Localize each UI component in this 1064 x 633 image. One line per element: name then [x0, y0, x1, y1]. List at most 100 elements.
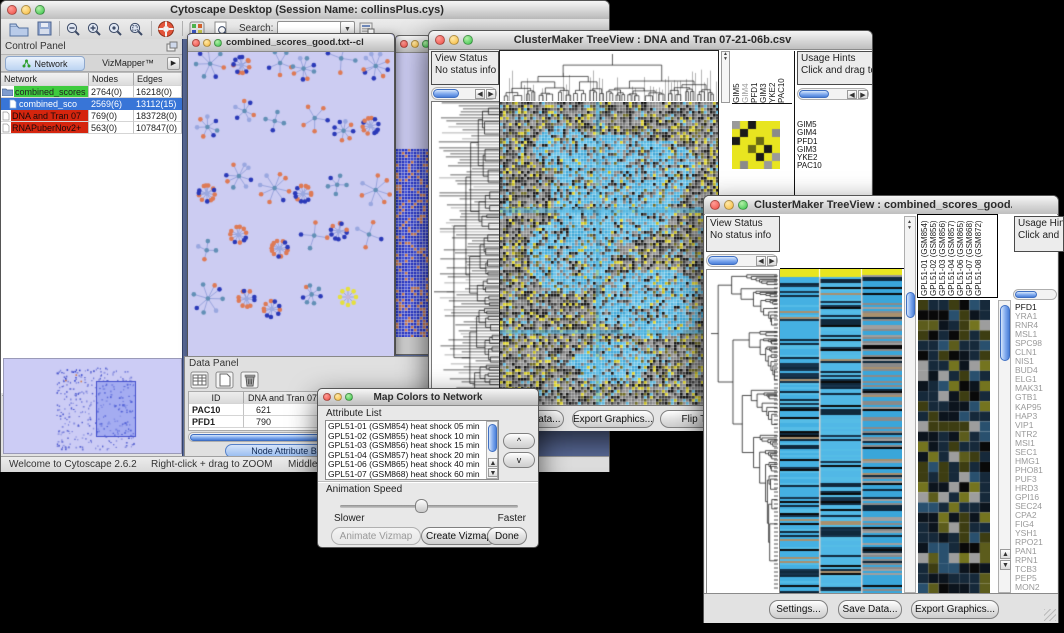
global-heatmap[interactable] — [780, 269, 902, 593]
network-row[interactable]: DNA and Tran 07 769(0) 183728(0) — [1, 110, 182, 122]
done-button[interactable]: Done — [487, 527, 527, 545]
settings-button[interactable]: Settings... — [769, 600, 828, 619]
close-icon[interactable] — [435, 35, 445, 45]
attribute-item[interactable]: GPL51-07 (GSM868) heat shock 60 min — [326, 470, 486, 480]
attribute-listbox[interactable]: GPL51-01 (GSM854) heat shock 05 minGPL51… — [325, 420, 499, 480]
speed-slider-track[interactable] — [340, 505, 518, 508]
mini-vscrollbar[interactable]: ▲▼ — [721, 51, 730, 103]
zoom-window-icon[interactable] — [35, 5, 45, 15]
close-icon[interactable] — [323, 393, 331, 401]
create-vizmap-button[interactable]: Create Vizmap — [421, 527, 497, 545]
col-header-nodes[interactable]: Nodes — [89, 73, 134, 86]
tab-vizmapper[interactable]: VizMapper™ — [93, 56, 163, 69]
zoom-out-icon[interactable] — [65, 21, 82, 37]
scrollbar-thumb[interactable] — [708, 256, 738, 265]
save-session-icon[interactable] — [37, 21, 53, 37]
network-view-titlebar[interactable]: combined_scores_good.txt--cluste... — [188, 34, 394, 52]
export-graphics-button[interactable]: Export Graphics... — [572, 410, 654, 428]
resize-grip[interactable] — [1044, 609, 1056, 621]
close-icon[interactable] — [400, 40, 408, 48]
global-vscrollbar[interactable]: ▲▼ — [904, 216, 916, 593]
zoom-selected-icon[interactable] — [107, 21, 124, 37]
minimize-icon[interactable] — [449, 35, 459, 45]
scroll-up-icon[interactable]: ▲ — [1000, 549, 1011, 559]
minimize-icon[interactable] — [724, 200, 734, 210]
scroll-right-icon[interactable]: ▶ — [486, 89, 496, 99]
col-header-network[interactable]: Network — [1, 73, 89, 86]
close-icon[interactable] — [192, 39, 200, 47]
delete-attribute-icon[interactable] — [240, 371, 259, 389]
network-nodes: 2764(0) — [89, 86, 134, 98]
col-label: GPL51-01 (GSM854) — [920, 216, 929, 296]
animate-vizmap-button[interactable]: Animate Vizmap — [331, 527, 421, 545]
zoom-window-icon[interactable] — [463, 35, 473, 45]
open-session-icon[interactable] — [9, 21, 29, 37]
scrollbar-thumb[interactable] — [799, 90, 829, 98]
more-tabs-icon[interactable]: ▶ — [167, 57, 180, 70]
zoom-vscrollbar[interactable]: ▲ ▼ — [998, 300, 1011, 593]
float-panel-icon[interactable] — [166, 41, 178, 52]
close-icon[interactable] — [710, 200, 720, 210]
network-table: Network Nodes Edges combined_scores 2764… — [1, 72, 182, 393]
map-colors-titlebar[interactable]: Map Colors to Network — [318, 389, 538, 406]
scrollbar-thumb[interactable] — [488, 424, 497, 452]
scroll-left-icon[interactable]: ◀ — [475, 89, 485, 99]
treeview-dna-titlebar[interactable]: ClusterMaker TreeView : DNA and Tran 07-… — [429, 31, 872, 50]
titlebar[interactable] — [396, 36, 430, 53]
minimize-icon[interactable] — [334, 393, 342, 401]
scrollbar-thumb[interactable] — [433, 89, 459, 98]
minimize-icon[interactable] — [411, 40, 419, 48]
scrollbar-thumb[interactable] — [1015, 291, 1037, 298]
network-overview-canvas[interactable] — [3, 358, 182, 454]
label-hscrollbar[interactable] — [1013, 289, 1057, 300]
zoom-window-icon[interactable] — [345, 393, 353, 401]
zoom-in-icon[interactable] — [86, 21, 103, 37]
status-welcome: Welcome to Cytoscape 2.6.2 — [9, 459, 137, 470]
select-attributes-icon[interactable] — [190, 371, 209, 389]
create-attribute-icon[interactable] — [215, 371, 234, 389]
gene-tree-hscrollbar[interactable]: ◀ ▶ — [431, 87, 497, 100]
speed-slider-thumb[interactable] — [415, 499, 428, 513]
scrollbar-thumb[interactable] — [1000, 305, 1010, 361]
zoom-heatmap[interactable] — [918, 300, 990, 593]
window-controls[interactable] — [1, 5, 51, 15]
network-row[interactable]: combined_scores 2764(0) 16218(0) — [1, 86, 182, 98]
scroll-left-icon[interactable]: ◀ — [847, 90, 857, 99]
network-row[interactable]: RNAPuberNov2+ 563(0) 107847(0) — [1, 122, 182, 134]
move-down-button[interactable]: v — [503, 452, 535, 468]
minimize-icon[interactable] — [203, 39, 211, 47]
scroll-up-icon[interactable]: ▲ — [488, 458, 498, 467]
network-row-selected[interactable]: combined_sco 2569(6) 13112(15) — [1, 98, 182, 110]
array-dendrogram[interactable] — [500, 51, 718, 101]
tab-network[interactable]: Network — [5, 56, 85, 71]
scroll-right-icon[interactable]: ▶ — [858, 90, 868, 99]
minimize-icon[interactable] — [21, 5, 31, 15]
network-canvas-2[interactable] — [396, 37, 428, 337]
col-label: GPL51-03 (GSM856) — [938, 216, 947, 296]
attr-col-id[interactable]: ID — [189, 392, 244, 404]
zoom-hscrollbar[interactable]: ◀ ▶ — [797, 88, 869, 100]
gene-tree-hscrollbar[interactable]: ◀ ▶ — [706, 254, 778, 267]
zoom-window-icon[interactable] — [738, 200, 748, 210]
global-heatmap[interactable] — [500, 102, 718, 405]
move-up-button[interactable]: ^ — [503, 433, 535, 449]
scroll-down-icon[interactable]: ▼ — [488, 468, 498, 477]
help-lifering-icon[interactable] — [157, 20, 175, 38]
cytoscape-titlebar[interactable]: Cytoscape Desktop (Session Name: collins… — [1, 1, 609, 20]
gene-dendrogram[interactable] — [431, 101, 501, 406]
col-header-edges[interactable]: Edges — [134, 73, 182, 86]
export-graphics-button[interactable]: Export Graphics... — [911, 600, 999, 619]
scrollbar-thumb[interactable] — [906, 292, 915, 318]
scroll-down-icon[interactable]: ▼ — [1000, 560, 1011, 570]
gene-dendrogram[interactable] — [706, 269, 780, 595]
scroll-left-icon[interactable]: ◀ — [756, 256, 766, 266]
zoom-fit-icon[interactable] — [128, 21, 145, 37]
zoom-window-icon[interactable] — [214, 39, 222, 47]
close-icon[interactable] — [7, 5, 17, 15]
scroll-right-icon[interactable]: ▶ — [767, 256, 777, 266]
save-data-button[interactable]: Save Data... — [838, 600, 902, 619]
zoom-heatmap[interactable] — [732, 121, 780, 169]
network-canvas[interactable] — [188, 35, 392, 339]
treeview-combined-titlebar[interactable]: ClusterMaker TreeView : combined_scores_… — [704, 196, 1058, 215]
attribute-list-vscrollbar[interactable]: ▲ ▼ — [486, 421, 498, 479]
